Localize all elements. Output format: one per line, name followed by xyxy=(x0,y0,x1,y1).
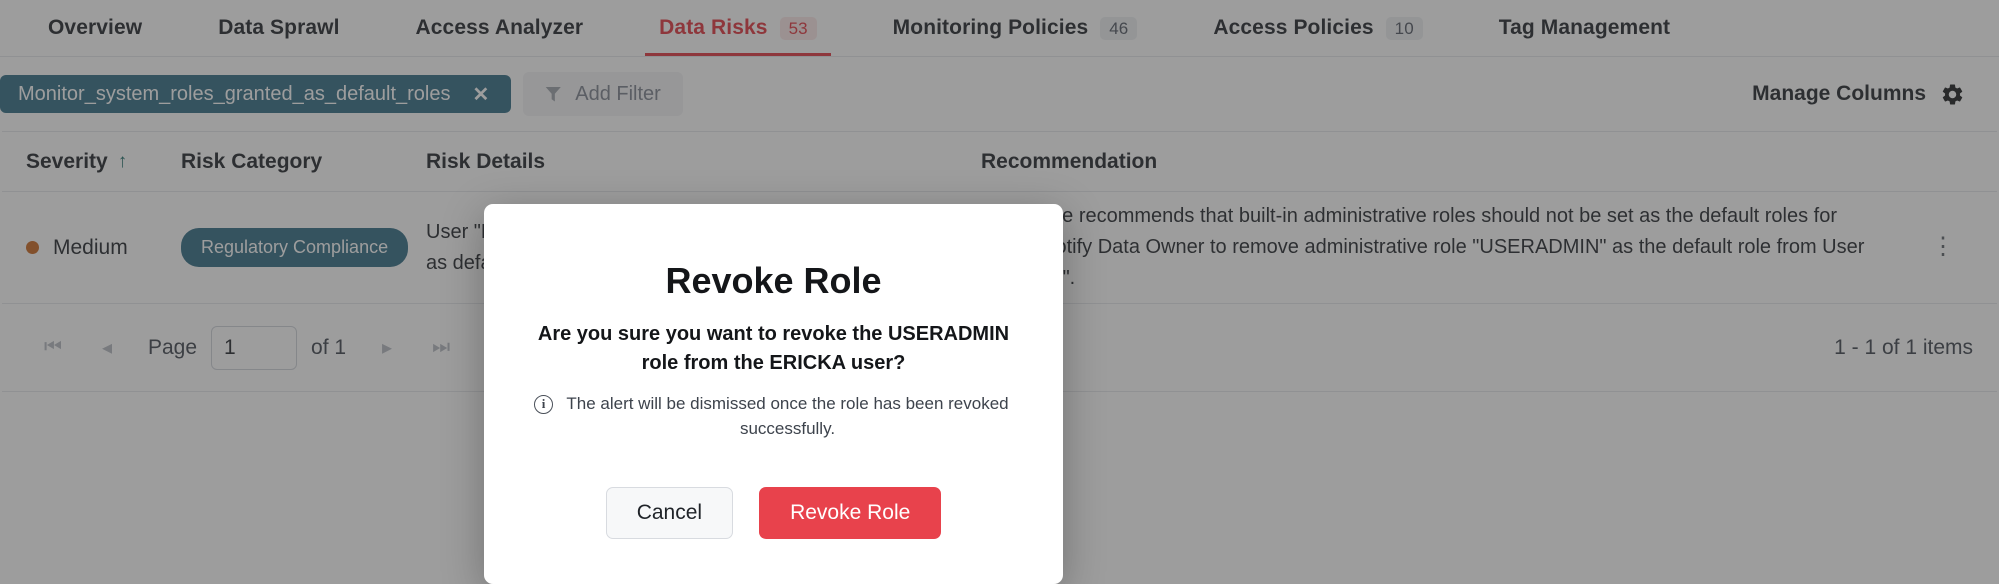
app-root: Overview Data Sprawl Access Analyzer Dat… xyxy=(0,0,1999,584)
revoke-role-button[interactable]: Revoke Role xyxy=(759,487,942,540)
dialog-actions: Cancel Revoke Role xyxy=(528,487,1019,540)
dialog-note-text: The alert will be dismissed once the rol… xyxy=(566,394,1009,438)
dialog-title: Revoke Role xyxy=(665,260,882,301)
info-icon: i xyxy=(534,395,553,414)
dialog-note: i The alert will be dismissed once the r… xyxy=(528,392,1019,441)
dialog-question: Are you sure you want to revoke the USER… xyxy=(537,323,1010,374)
cancel-button[interactable]: Cancel xyxy=(605,487,734,540)
revoke-role-dialog: Revoke Role Are you sure you want to rev… xyxy=(484,204,1063,584)
